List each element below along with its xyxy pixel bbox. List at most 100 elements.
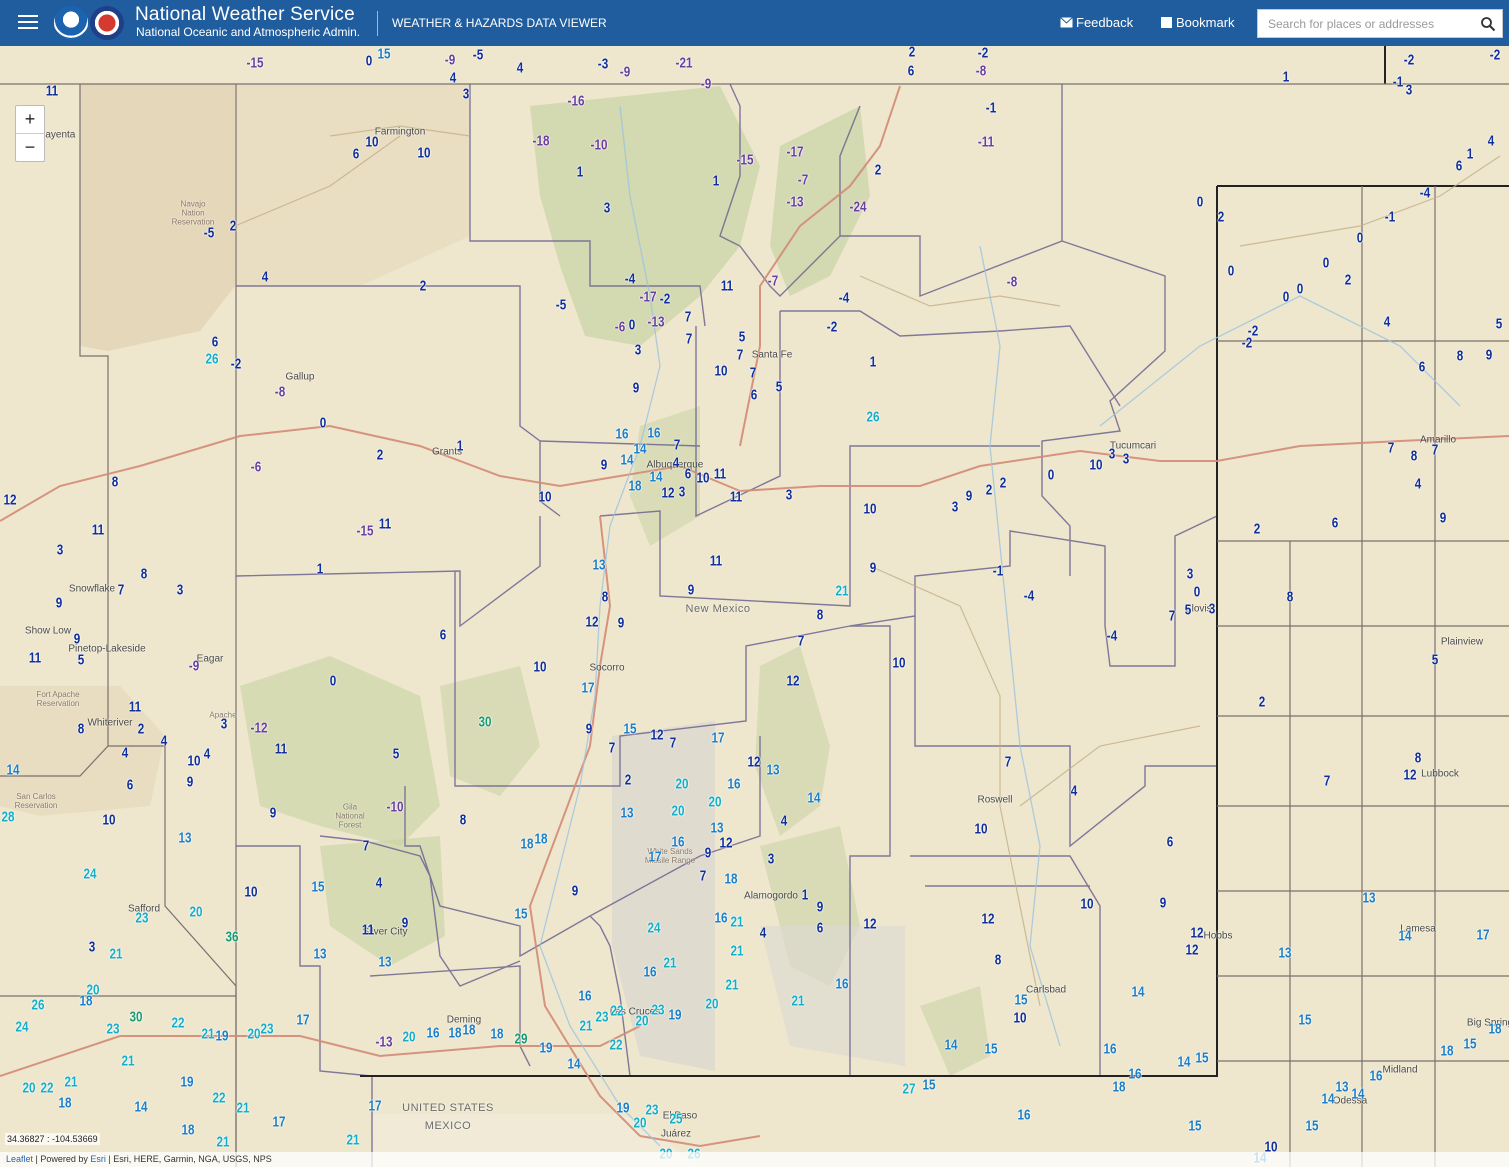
temperature-value[interactable]: -15 (737, 153, 754, 168)
temperature-value[interactable]: -2 (660, 292, 670, 307)
temperature-value[interactable]: 1 (1283, 70, 1290, 85)
temperature-value[interactable]: 3 (57, 543, 64, 558)
temperature-value[interactable]: 0 (1297, 282, 1304, 297)
temperature-value[interactable]: 0 (1194, 585, 1201, 600)
temperature-value[interactable]: 18 (628, 479, 641, 494)
temperature-value[interactable]: -1 (1385, 210, 1395, 225)
temperature-value[interactable]: 20 (247, 1027, 260, 1042)
temperature-value[interactable]: 14 (6, 763, 19, 778)
temperature-value[interactable]: -5 (204, 226, 214, 241)
temperature-value[interactable]: 13 (378, 955, 391, 970)
temperature-value[interactable]: 23 (260, 1022, 273, 1037)
temperature-value[interactable]: -4 (1420, 186, 1430, 201)
temperature-value[interactable]: 19 (180, 1075, 193, 1090)
temperature-value[interactable]: -12 (251, 721, 268, 736)
temperature-value[interactable]: 12 (863, 917, 876, 932)
temperature-value[interactable]: 4 (517, 61, 524, 76)
temperature-value[interactable]: 13 (592, 558, 605, 573)
temperature-value[interactable]: 5 (1432, 653, 1439, 668)
temperature-value[interactable]: 14 (807, 791, 820, 806)
temperature-value[interactable]: 20 (705, 997, 718, 1012)
temperature-value[interactable]: 16 (835, 977, 848, 992)
temperature-value[interactable]: 0 (1283, 290, 1290, 305)
temperature-value[interactable]: 5 (776, 380, 783, 395)
temperature-value[interactable]: -24 (850, 200, 867, 215)
temperature-value[interactable]: 4 (161, 734, 168, 749)
temperature-value[interactable]: -2 (1242, 336, 1252, 351)
temperature-value[interactable]: 17 (272, 1115, 285, 1130)
temperature-value[interactable]: -13 (648, 315, 665, 330)
temperature-value[interactable]: 26 (31, 998, 44, 1013)
temperature-value[interactable]: 15 (984, 1042, 997, 1057)
temperature-value[interactable]: 20 (402, 1030, 415, 1045)
temperature-value[interactable]: 21 (346, 1133, 359, 1148)
temperature-value[interactable]: 10 (1013, 1011, 1026, 1026)
temperature-value[interactable]: -6 (615, 320, 625, 335)
temperature-value[interactable]: 1 (457, 439, 464, 454)
temperature-value[interactable]: 0 (629, 318, 636, 333)
zoom-out-button[interactable]: − (16, 134, 44, 161)
hamburger-menu-icon[interactable] (18, 12, 38, 32)
temperature-value[interactable]: 1 (870, 355, 877, 370)
temperature-value[interactable]: 8 (460, 813, 467, 828)
temperature-value[interactable]: 24 (15, 1020, 28, 1035)
temperature-value[interactable]: 18 (181, 1123, 194, 1138)
temperature-value[interactable]: 18 (534, 832, 547, 847)
temperature-value[interactable]: 15 (1195, 1051, 1208, 1066)
temperature-value[interactable]: 7 (686, 332, 693, 347)
temperature-value[interactable]: 16 (1128, 1067, 1141, 1082)
temperature-value[interactable]: 11 (275, 742, 287, 757)
temperature-value[interactable]: 4 (376, 876, 383, 891)
temperature-value[interactable]: 23 (651, 1003, 664, 1018)
temperature-value[interactable]: 30 (478, 715, 491, 730)
temperature-value[interactable]: 22 (171, 1016, 184, 1031)
temperature-value[interactable]: 3 (952, 500, 959, 515)
temperature-value[interactable]: 20 (189, 905, 202, 920)
temperature-value[interactable]: 3 (768, 852, 775, 867)
temperature-value[interactable]: 8 (112, 475, 119, 490)
temperature-value[interactable]: -4 (625, 272, 635, 287)
temperature-value[interactable]: 16 (647, 426, 660, 441)
temperature-value[interactable]: 15 (514, 907, 527, 922)
temperature-value[interactable]: -4 (839, 291, 849, 306)
temperature-value[interactable]: 15 (922, 1078, 935, 1093)
temperature-value[interactable]: 6 (1332, 516, 1339, 531)
temperature-value[interactable]: 18 (520, 837, 533, 852)
temperature-value[interactable]: -9 (701, 77, 711, 92)
temperature-value[interactable]: 0 (320, 416, 327, 431)
temperature-value[interactable]: 16 (714, 911, 727, 926)
temperature-value[interactable]: 2 (1254, 522, 1261, 537)
temperature-value[interactable]: -18 (533, 134, 550, 149)
temperature-value[interactable]: 15 (1305, 1119, 1318, 1134)
temperature-value[interactable]: 7 (1432, 443, 1439, 458)
temperature-value[interactable]: 11 (714, 467, 726, 482)
temperature-value[interactable]: 21 (64, 1075, 77, 1090)
temperature-value[interactable]: -8 (275, 385, 285, 400)
temperature-value[interactable]: 2 (1000, 476, 1007, 491)
temperature-value[interactable]: 20 (22, 1081, 35, 1096)
temperature-value[interactable]: 18 (1112, 1080, 1125, 1095)
temperature-value[interactable]: 28 (1, 810, 14, 825)
temperature-value[interactable]: 23 (645, 1103, 658, 1118)
temperature-value[interactable]: 9 (705, 846, 712, 861)
temperature-value[interactable]: 8 (1457, 349, 1464, 364)
temperature-value[interactable]: 15 (1463, 1037, 1476, 1052)
temperature-value[interactable]: 22 (610, 1004, 623, 1019)
temperature-value[interactable]: -10 (387, 800, 404, 815)
temperature-value[interactable]: 13 (766, 763, 779, 778)
temperature-value[interactable]: 26 (205, 352, 218, 367)
temperature-value[interactable]: 13 (1335, 1080, 1348, 1095)
temperature-value[interactable]: 14 (1351, 1087, 1364, 1102)
temperature-value[interactable]: 1 (577, 165, 584, 180)
temperature-value[interactable]: 8 (995, 953, 1002, 968)
temperature-value[interactable]: 10 (533, 660, 546, 675)
temperature-value[interactable]: -21 (676, 56, 693, 71)
temperature-value[interactable]: 3 (1209, 602, 1216, 617)
temperature-value[interactable]: 4 (673, 456, 680, 471)
temperature-value[interactable]: 12 (786, 674, 799, 689)
temperature-value[interactable]: 7 (670, 736, 677, 751)
temperature-value[interactable]: -17 (640, 290, 657, 305)
temperature-value[interactable]: 3 (1109, 447, 1116, 462)
temperature-value[interactable]: 7 (609, 741, 616, 756)
temperature-value[interactable]: 7 (674, 438, 681, 453)
